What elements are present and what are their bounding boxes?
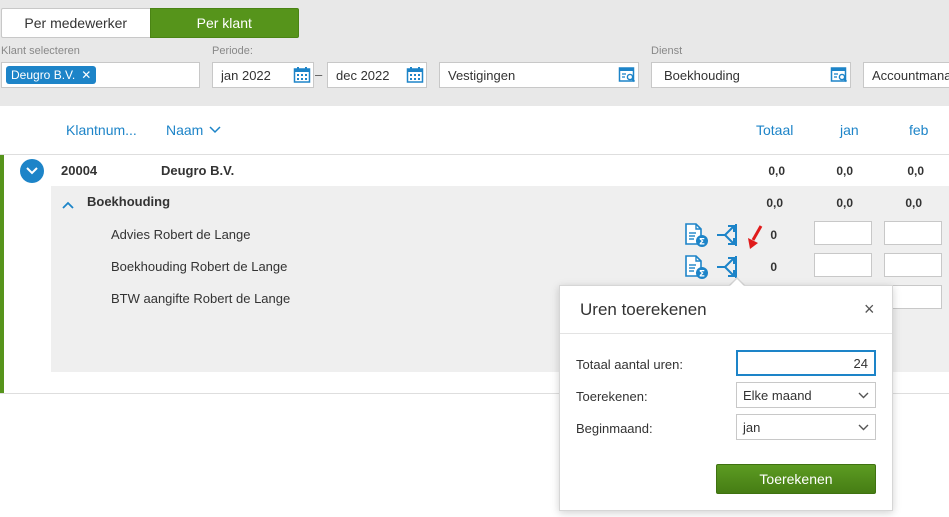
period-from-value: jan 2022 bbox=[221, 67, 271, 83]
document-sum-icon[interactable]: Σ bbox=[683, 222, 709, 251]
location-value: Vestigingen bbox=[448, 67, 516, 83]
client-tag: Deugro B.V. ✕ bbox=[6, 66, 97, 84]
client-number: 20004 bbox=[61, 163, 98, 178]
col-name-label: Naam bbox=[166, 122, 204, 138]
total-hours-label: Totaal aantal uren: bbox=[576, 357, 683, 372]
col-client-number[interactable]: Klantnum... bbox=[66, 122, 137, 138]
start-month-value: jan bbox=[743, 419, 761, 435]
calendar-icon[interactable] bbox=[404, 64, 426, 86]
hours-input-jan[interactable] bbox=[814, 221, 872, 245]
service-field[interactable]: Boekhouding bbox=[651, 62, 851, 88]
hours-input-feb[interactable] bbox=[884, 253, 942, 277]
collapse-service-button[interactable] bbox=[62, 197, 74, 212]
allocate-label: Toerekenen: bbox=[576, 389, 648, 404]
account-manager-value: Accountmana bbox=[872, 67, 949, 83]
service-label: Dienst bbox=[651, 45, 683, 57]
chevron-down-icon bbox=[858, 424, 869, 430]
period-to-field[interactable]: dec 2022 bbox=[327, 62, 427, 88]
svg-text:Σ: Σ bbox=[699, 270, 705, 280]
client-tag-label: Deugro B.V. bbox=[11, 68, 76, 82]
chevron-down-icon bbox=[209, 126, 221, 134]
allocate-select[interactable]: Elke maand bbox=[736, 382, 876, 408]
popup-pointer-fill bbox=[729, 279, 745, 287]
service-value: Boekhouding bbox=[664, 67, 740, 83]
col-jan: jan bbox=[840, 122, 859, 138]
service-name: Boekhouding bbox=[87, 194, 171, 209]
service-total: 0,0 bbox=[766, 196, 783, 210]
period-label: Periode: bbox=[212, 45, 253, 57]
dialog-title: Uren toerekenen bbox=[580, 300, 707, 319]
remove-tag-icon[interactable]: ✕ bbox=[81, 68, 91, 82]
total-hours-value: 24 bbox=[853, 355, 868, 371]
client-selected-indicator bbox=[0, 155, 4, 393]
close-icon[interactable]: × bbox=[864, 299, 875, 320]
total-hours-input[interactable]: 24 bbox=[736, 350, 876, 376]
list-search-icon[interactable] bbox=[828, 64, 850, 86]
chevron-down-icon bbox=[26, 167, 38, 175]
client-name: Deugro B.V. bbox=[161, 163, 235, 178]
client-feb: 0,0 bbox=[907, 164, 924, 178]
view-toggle: Per medewerker Per klant bbox=[1, 8, 299, 38]
chevron-up-icon bbox=[62, 201, 74, 209]
client-select-label: Klant selecteren bbox=[1, 45, 80, 57]
client-select-field[interactable]: Deugro B.V. ✕ bbox=[1, 62, 200, 88]
location-field[interactable]: Vestigingen bbox=[439, 62, 639, 88]
svg-text:Σ: Σ bbox=[699, 238, 705, 248]
document-sum-icon[interactable]: Σ bbox=[683, 254, 709, 283]
service-feb: 0,0 bbox=[905, 196, 922, 210]
client-jan: 0,0 bbox=[836, 164, 853, 178]
hours-input-jan[interactable] bbox=[814, 253, 872, 277]
service-jan: 0,0 bbox=[836, 196, 853, 210]
col-feb: feb bbox=[909, 122, 929, 138]
account-manager-field[interactable]: Accountmana bbox=[863, 62, 949, 88]
col-total: Totaal bbox=[756, 122, 794, 138]
collapse-client-button[interactable] bbox=[20, 159, 44, 183]
per-client-tab[interactable]: Per klant bbox=[149, 8, 299, 38]
task-name: Advies Robert de Lange bbox=[111, 227, 251, 242]
calendar-icon[interactable] bbox=[291, 64, 313, 86]
start-month-label: Beginmaand: bbox=[576, 421, 653, 436]
start-month-select[interactable]: jan bbox=[736, 414, 876, 440]
dialog-divider bbox=[560, 333, 892, 334]
allocate-submit-button[interactable]: Toerekenen bbox=[716, 464, 876, 494]
task-name: Boekhouding Robert de Lange bbox=[111, 259, 288, 274]
task-total: 0 bbox=[770, 260, 777, 274]
col-name[interactable]: Naam bbox=[166, 122, 221, 138]
allocate-value: Elke maand bbox=[743, 387, 812, 403]
period-separator: – bbox=[315, 67, 323, 82]
client-total: 0,0 bbox=[768, 164, 785, 178]
annotation-arrow-icon bbox=[747, 224, 765, 253]
header-divider bbox=[0, 154, 949, 155]
period-to-value: dec 2022 bbox=[336, 67, 390, 83]
per-employee-tab[interactable]: Per medewerker bbox=[1, 8, 150, 38]
list-search-icon[interactable] bbox=[616, 64, 638, 86]
hours-input-feb[interactable] bbox=[884, 221, 942, 245]
chevron-down-icon bbox=[858, 392, 869, 398]
period-from-field[interactable]: jan 2022 bbox=[212, 62, 314, 88]
task-name: BTW aangifte Robert de Lange bbox=[111, 291, 291, 306]
